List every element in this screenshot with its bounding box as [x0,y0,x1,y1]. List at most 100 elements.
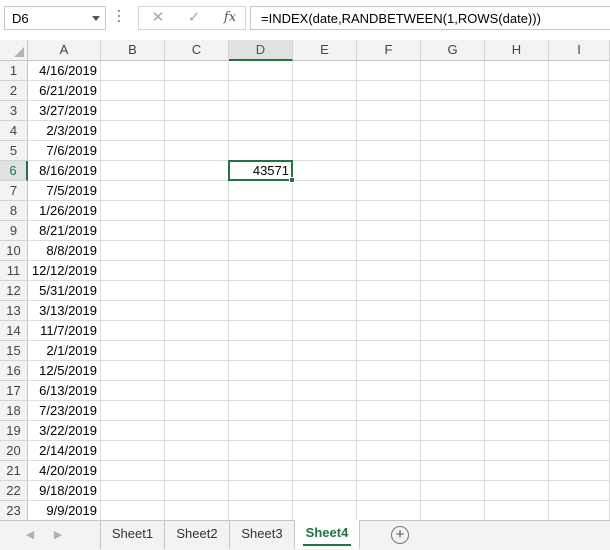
cell-i1[interactable] [549,61,610,81]
cell-e17[interactable] [293,381,357,401]
cell-i13[interactable] [549,301,610,321]
cell-i20[interactable] [549,441,610,461]
cell-b14[interactable] [101,321,165,341]
cell-a5[interactable]: 7/6/2019 [28,141,101,161]
column-header-g[interactable]: G [421,40,485,61]
cell-a22[interactable]: 9/18/2019 [28,481,101,501]
chevron-down-icon[interactable] [92,16,100,21]
cell-f14[interactable] [357,321,421,341]
cell-g10[interactable] [421,241,485,261]
cell-f7[interactable] [357,181,421,201]
cell-h2[interactable] [485,81,549,101]
cell-d17[interactable] [229,381,293,401]
cell-h8[interactable] [485,201,549,221]
tab-sheet2[interactable]: Sheet2 [165,521,230,549]
cell-f16[interactable] [357,361,421,381]
cell-c5[interactable] [165,141,229,161]
cell-f6[interactable] [357,161,421,181]
cell-b7[interactable] [101,181,165,201]
cell-h5[interactable] [485,141,549,161]
cell-g20[interactable] [421,441,485,461]
cell-f1[interactable] [357,61,421,81]
cell-f20[interactable] [357,441,421,461]
cell-g21[interactable] [421,461,485,481]
cell-g7[interactable] [421,181,485,201]
cell-f13[interactable] [357,301,421,321]
cell-g12[interactable] [421,281,485,301]
cell-b4[interactable] [101,121,165,141]
cell-a12[interactable]: 5/31/2019 [28,281,101,301]
column-header-e[interactable]: E [293,40,357,61]
cell-b8[interactable] [101,201,165,221]
row-header-21[interactable]: 21 [0,461,28,481]
cell-e2[interactable] [293,81,357,101]
cell-g6[interactable] [421,161,485,181]
cell-e19[interactable] [293,421,357,441]
cell-f15[interactable] [357,341,421,361]
cell-b9[interactable] [101,221,165,241]
cell-a6[interactable]: 8/16/2019 [28,161,101,181]
scroll-tabs-right-icon[interactable]: ▶ [50,527,66,543]
fill-handle[interactable] [289,177,295,183]
cell-i11[interactable] [549,261,610,281]
cell-i2[interactable] [549,81,610,101]
cell-f17[interactable] [357,381,421,401]
cell-d21[interactable] [229,461,293,481]
cell-a17[interactable]: 6/13/2019 [28,381,101,401]
cell-g8[interactable] [421,201,485,221]
cell-c4[interactable] [165,121,229,141]
row-header-10[interactable]: 10 [0,241,28,261]
row-header-6[interactable]: 6 [0,161,28,181]
cell-c11[interactable] [165,261,229,281]
cell-a19[interactable]: 3/22/2019 [28,421,101,441]
cell-c12[interactable] [165,281,229,301]
cell-h1[interactable] [485,61,549,81]
cell-c20[interactable] [165,441,229,461]
cell-a20[interactable]: 2/14/2019 [28,441,101,461]
cell-a11[interactable]: 12/12/2019 [28,261,101,281]
cell-g15[interactable] [421,341,485,361]
cell-b13[interactable] [101,301,165,321]
column-header-i[interactable]: I [549,40,610,61]
cell-g23[interactable] [421,501,485,521]
cell-g9[interactable] [421,221,485,241]
cell-h20[interactable] [485,441,549,461]
cell-d13[interactable] [229,301,293,321]
insert-function-icon[interactable]: fx [215,7,245,29]
cell-c2[interactable] [165,81,229,101]
cell-c9[interactable] [165,221,229,241]
cell-b12[interactable] [101,281,165,301]
cell-i5[interactable] [549,141,610,161]
cell-c8[interactable] [165,201,229,221]
cell-a15[interactable]: 2/1/2019 [28,341,101,361]
column-header-a[interactable]: A [28,40,101,61]
cell-a14[interactable]: 11/7/2019 [28,321,101,341]
cell-e3[interactable] [293,101,357,121]
cell-e22[interactable] [293,481,357,501]
cell-c7[interactable] [165,181,229,201]
row-header-23[interactable]: 23 [0,501,28,521]
cell-d15[interactable] [229,341,293,361]
add-sheet-button[interactable]: + [391,526,409,544]
cell-c18[interactable] [165,401,229,421]
cell-e16[interactable] [293,361,357,381]
cell-b21[interactable] [101,461,165,481]
cell-b11[interactable] [101,261,165,281]
cell-d10[interactable] [229,241,293,261]
row-header-17[interactable]: 17 [0,381,28,401]
row-header-1[interactable]: 1 [0,61,28,81]
cell-h12[interactable] [485,281,549,301]
cell-i14[interactable] [549,321,610,341]
cell-f23[interactable] [357,501,421,521]
drag-handle-icon[interactable] [118,10,121,24]
cell-i23[interactable] [549,501,610,521]
cell-g11[interactable] [421,261,485,281]
cell-d5[interactable] [229,141,293,161]
cell-b6[interactable] [101,161,165,181]
row-header-18[interactable]: 18 [0,401,28,421]
cell-d19[interactable] [229,421,293,441]
spreadsheet-grid[interactable]: A B C D E F G H I 1 4/16/2019 2 6/21/2019 3 3/27/2019 4… [0,40,610,521]
cell-g17[interactable] [421,381,485,401]
row-header-2[interactable]: 2 [0,81,28,101]
cell-e4[interactable] [293,121,357,141]
